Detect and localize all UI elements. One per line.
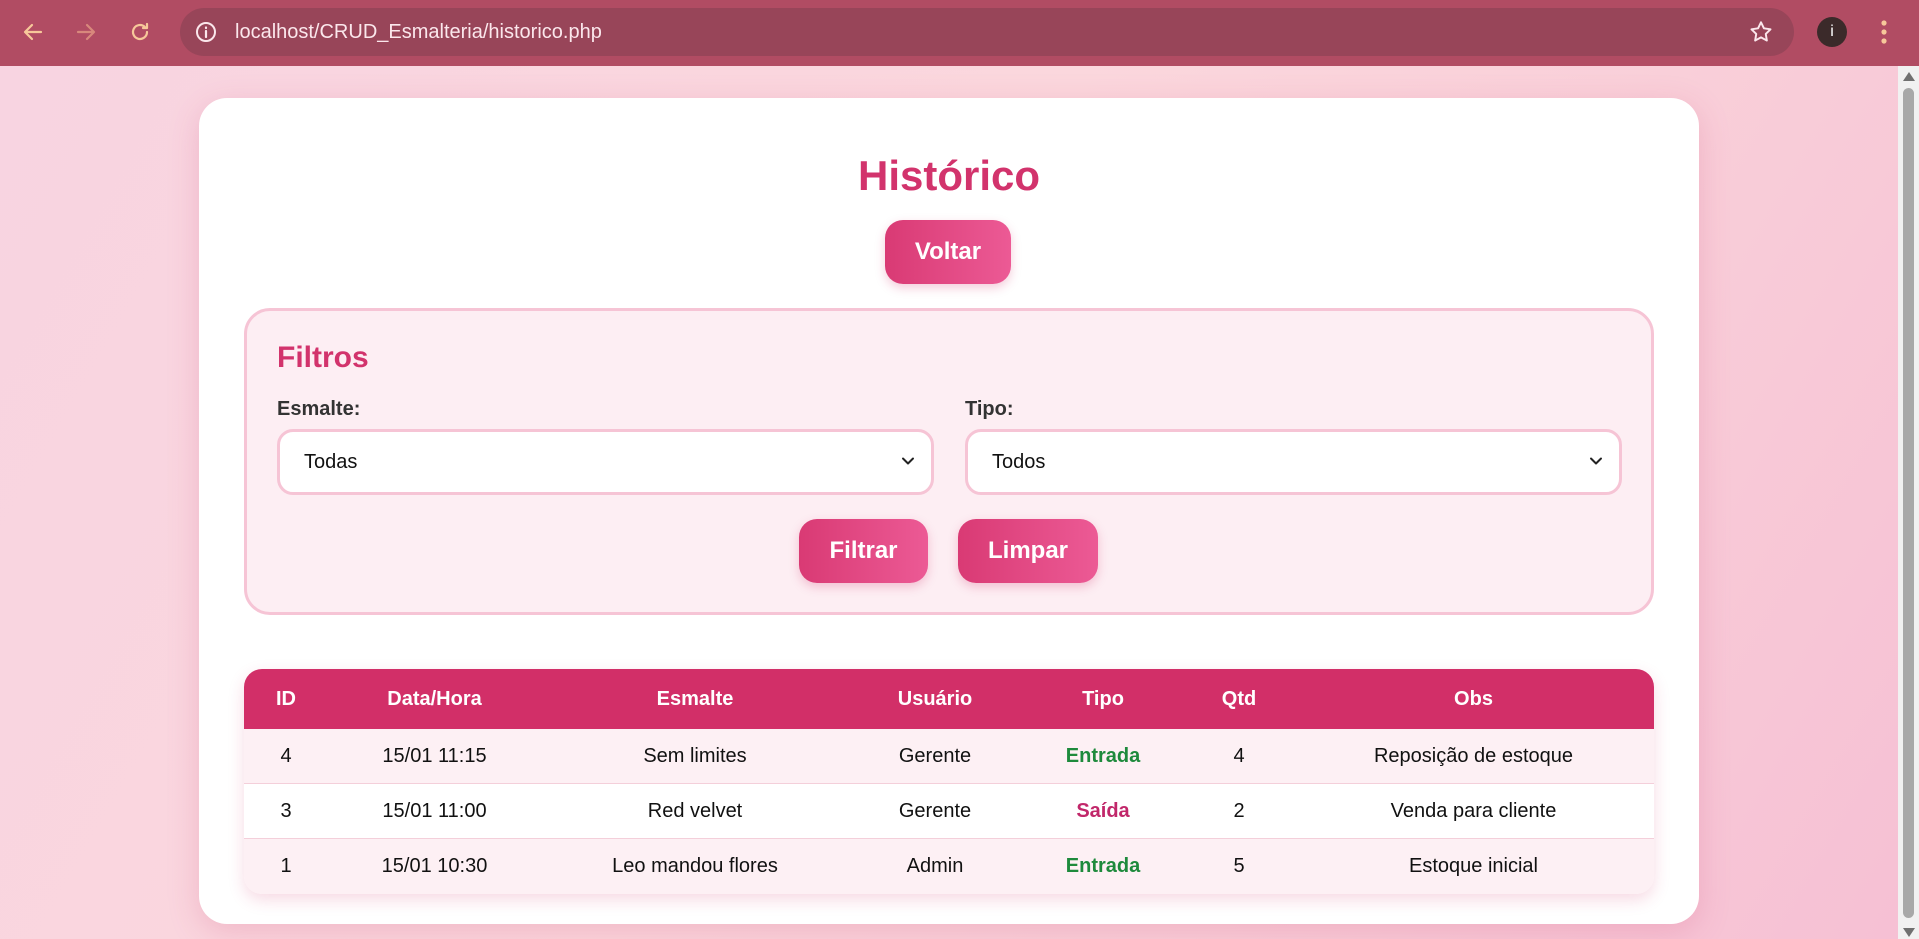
cell-datetime: 15/01 10:30 (381, 855, 488, 877)
tipo-select[interactable]: Todos (965, 429, 1622, 495)
cell-esmalte: Red velvet (647, 799, 743, 822)
chevron-down-icon (1590, 457, 1602, 465)
main-card: Histórico Voltar Filtros Esmalte: Todas … (199, 98, 1699, 924)
filters-heading: Filtros (277, 341, 369, 374)
cell-datetime: 15/01 11:00 (382, 799, 487, 822)
cell-usuario: Admin (906, 855, 964, 877)
browser-toolbar: localhost/CRUD_Esmalteria/historico.php … (0, 0, 1919, 66)
cell-qtd: 5 (1233, 855, 1245, 877)
header-id: ID (276, 687, 296, 710)
cell-id: 4 (280, 744, 292, 767)
cell-esmalte: Leo mandou flores (612, 855, 778, 877)
esmalte-label: Esmalte: (277, 398, 361, 420)
header-esmalte: Esmalte (656, 687, 734, 710)
esmalte-select-value: Todas (304, 451, 358, 473)
profile-avatar[interactable]: i (1817, 17, 1847, 47)
address-bar[interactable]: localhost/CRUD_Esmalteria/historico.php (180, 8, 1794, 56)
cell-usuario: Gerente (898, 744, 972, 767)
cell-id: 3 (280, 799, 292, 822)
header-datetime: Data/Hora (387, 687, 482, 710)
header-qtd: Qtd (1221, 687, 1257, 710)
page-viewport: Histórico Voltar Filtros Esmalte: Todas … (0, 66, 1898, 939)
tipo-label: Tipo: (965, 398, 1014, 420)
table-row: 1 15/01 10:30 Leo mandou flores Admin En… (244, 839, 1654, 894)
reload-button[interactable] (121, 13, 159, 51)
cell-obs: Estoque inicial (1409, 855, 1538, 877)
filters-panel: Filtros Esmalte: Todas Tipo: Todos Filtr… (244, 308, 1654, 615)
chevron-down-icon (902, 457, 914, 465)
tipo-select-value: Todos (992, 451, 1046, 473)
forward-button[interactable] (67, 13, 105, 51)
site-info-icon[interactable] (194, 20, 218, 44)
back-link-button[interactable]: Voltar (885, 220, 1011, 284)
bookmark-star-icon[interactable] (1748, 19, 1774, 45)
cell-datetime: 15/01 11:15 (382, 744, 487, 767)
cell-tipo: Saída (1076, 799, 1130, 822)
cell-usuario: Gerente (898, 799, 972, 822)
page-title: Histórico (857, 152, 1041, 199)
arrow-right-icon (76, 23, 96, 41)
table-header: ID Data/Hora Esmalte Usuário Tipo Qtd Ob… (244, 669, 1654, 729)
scroll-down-icon[interactable] (1903, 928, 1915, 937)
url-text[interactable]: localhost/CRUD_Esmalteria/historico.php (235, 8, 602, 56)
header-tipo: Tipo (1082, 687, 1124, 710)
scroll-up-icon[interactable] (1903, 72, 1915, 81)
scrollbar-thumb[interactable] (1903, 88, 1914, 918)
arrow-left-icon (23, 23, 43, 41)
back-button[interactable] (14, 13, 52, 51)
cell-qtd: 2 (1233, 799, 1245, 822)
clear-button[interactable]: Limpar (958, 519, 1098, 583)
reload-icon (131, 22, 149, 41)
cell-obs: Venda para cliente (1390, 799, 1557, 822)
header-obs: Obs (1454, 687, 1493, 710)
esmalte-select[interactable]: Todas (277, 429, 934, 495)
cell-esmalte: Sem limites (643, 744, 747, 767)
more-menu-icon[interactable] (1874, 16, 1894, 48)
cell-id: 1 (280, 855, 292, 877)
table-row: 4 15/01 11:15 Sem limites Gerente Entrad… (244, 729, 1654, 784)
table-row: 3 15/01 11:00 Red velvet Gerente Saída 2… (244, 784, 1654, 839)
cell-tipo: Entrada (1065, 744, 1141, 767)
page-scrollbar[interactable] (1898, 66, 1919, 939)
header-usuario: Usuário (897, 687, 973, 710)
filter-button[interactable]: Filtrar (799, 519, 928, 583)
cell-tipo: Entrada (1065, 855, 1141, 877)
cell-obs: Reposição de estoque (1373, 744, 1574, 767)
history-table: ID Data/Hora Esmalte Usuário Tipo Qtd Ob… (244, 669, 1654, 894)
cell-qtd: 4 (1233, 744, 1245, 767)
